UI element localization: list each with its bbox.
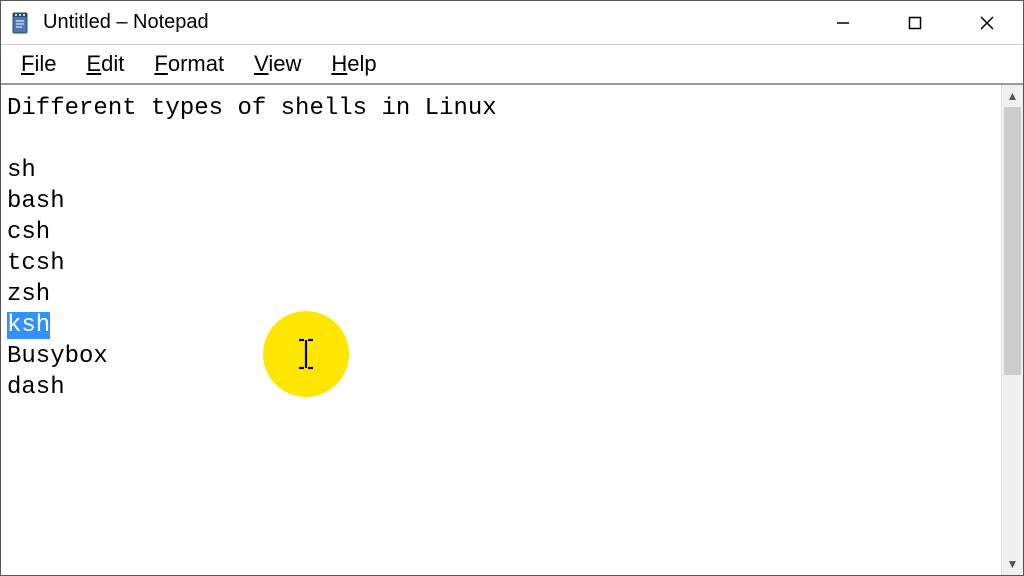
editor-line: tcsh [7, 248, 995, 279]
scroll-track[interactable] [1002, 107, 1023, 553]
editor-line [7, 124, 995, 155]
scroll-thumb[interactable] [1004, 107, 1021, 375]
menubar: File Edit Format View Help [1, 45, 1023, 85]
close-button[interactable] [951, 1, 1023, 44]
maximize-button[interactable] [879, 1, 951, 44]
menu-file[interactable]: File [7, 47, 70, 81]
minimize-button[interactable] [807, 1, 879, 44]
editor-line: csh [7, 217, 995, 248]
titlebar: Untitled – Notepad [1, 1, 1023, 45]
scroll-up-button[interactable]: ▲ [1002, 85, 1023, 107]
editor-line: sh [7, 155, 995, 186]
editor-line: dash [7, 372, 995, 403]
editor-line: ksh [7, 310, 995, 341]
window-controls [807, 1, 1023, 44]
menu-help[interactable]: Help [317, 47, 390, 81]
scroll-down-button[interactable]: ▼ [1002, 553, 1023, 575]
editor-line: Different types of shells in Linux [7, 93, 995, 124]
menu-view[interactable]: View [240, 47, 315, 81]
vertical-scrollbar[interactable]: ▲ ▼ [1001, 85, 1023, 575]
window-title: Untitled – Notepad [43, 11, 807, 34]
editor-line: zsh [7, 279, 995, 310]
notepad-icon [9, 11, 33, 35]
selected-text: ksh [7, 312, 50, 339]
text-editor[interactable]: Different types of shells in Linux shbas… [1, 85, 1001, 575]
menu-format[interactable]: Format [140, 47, 238, 81]
editor-line: Busybox [7, 341, 995, 372]
editor-line: bash [7, 186, 995, 217]
notepad-window: Untitled – Notepad File Edit Format View… [0, 0, 1024, 576]
editor-area: Different types of shells in Linux shbas… [1, 85, 1023, 575]
menu-edit[interactable]: Edit [72, 47, 138, 81]
